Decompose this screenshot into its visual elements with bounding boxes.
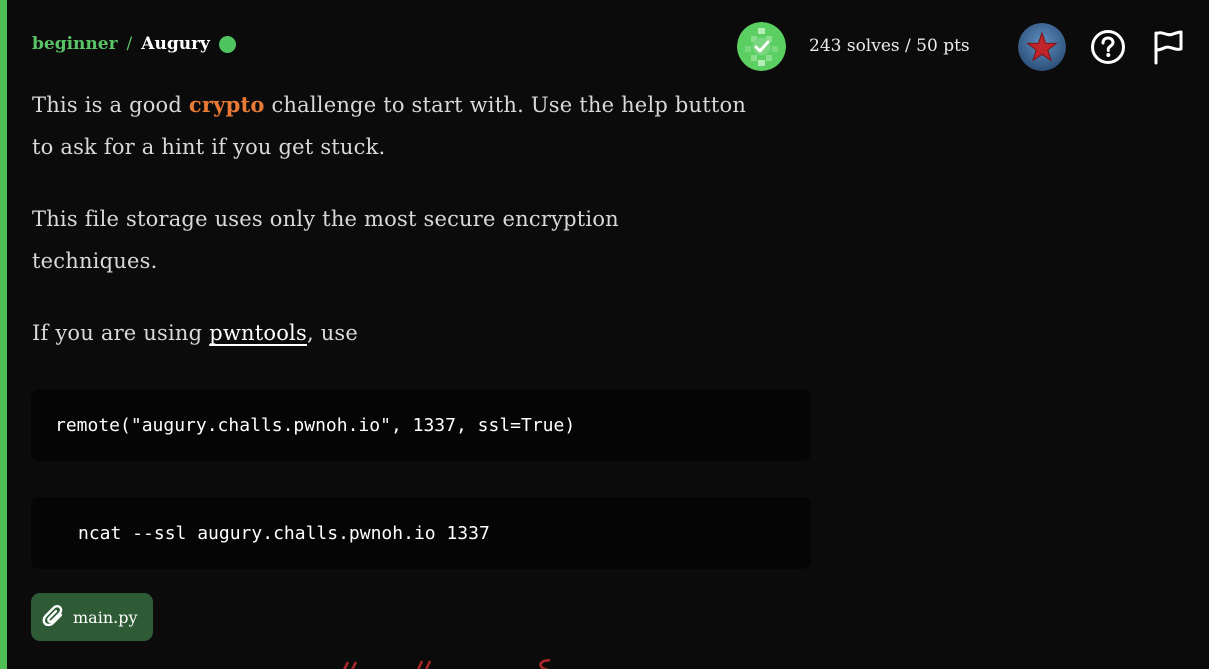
solve-stats: 243 solves / 50 pts <box>809 36 970 56</box>
accent-bar <box>0 0 7 669</box>
description-text: This is a good <box>32 93 189 117</box>
pwntools-command[interactable]: remote("augury.challs.pwnoh.io", 1337, s… <box>55 415 575 436</box>
challenge-title: Augury <box>141 34 210 54</box>
pwntools-link[interactable]: pwntools <box>209 321 307 345</box>
star-badge-icon <box>1018 23 1066 71</box>
check-badge-icon <box>737 22 786 71</box>
flag-submit-button[interactable] <box>1150 29 1186 65</box>
ncat-command[interactable]: ncat --ssl augury.challs.pwnoh.io 1337 <box>78 523 490 544</box>
decorative-flourish <box>330 655 570 669</box>
description-text: If you are using <box>32 321 210 345</box>
help-circle-icon <box>1091 30 1125 64</box>
breadcrumb-separator: / <box>126 34 133 54</box>
ncat-code-block: ncat --ssl augury.challs.pwnoh.io 1337 <box>31 497 811 569</box>
flag-icon <box>1154 30 1183 65</box>
pwntools-code-block: remote("augury.challs.pwnoh.io", 1337, s… <box>31 389 811 461</box>
attachment-main-py[interactable]: main.py <box>31 593 153 641</box>
status-dot <box>218 35 236 53</box>
description-text: , use <box>306 321 359 345</box>
help-button[interactable] <box>1090 29 1126 65</box>
category-keyword: crypto <box>188 92 265 117</box>
description-paragraph-3: If you are using pwntools, use <box>32 312 762 354</box>
paperclip-icon <box>42 605 63 627</box>
breadcrumb: beginner / Augury <box>32 34 236 54</box>
breadcrumb-category[interactable]: beginner <box>32 34 118 54</box>
attachment-filename: main.py <box>73 607 138 627</box>
description-paragraph-1: This is a good crypto challenge to start… <box>32 84 762 168</box>
description-paragraph-2: This file storage uses only the most sec… <box>32 207 619 273</box>
